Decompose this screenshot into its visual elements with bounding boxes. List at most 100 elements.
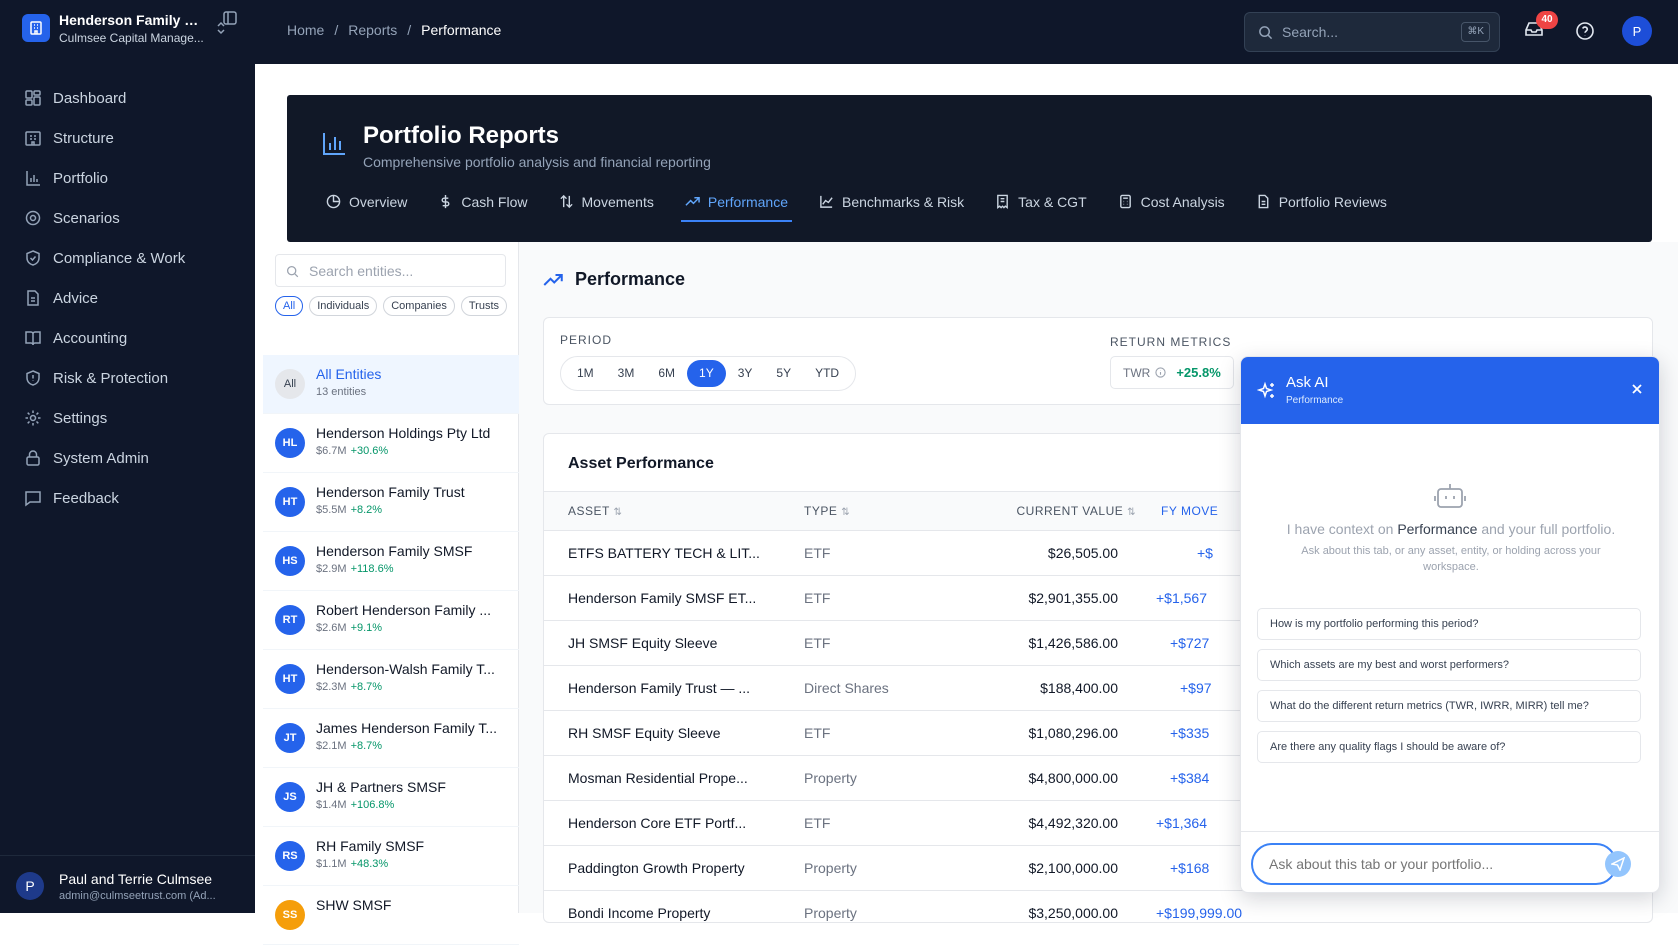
column-label: FY MOVE (1161, 504, 1219, 518)
asset-type: ETF (804, 590, 831, 606)
tab-movements[interactable]: Movements (555, 183, 658, 222)
section-title-text: Performance (575, 269, 686, 289)
list-item[interactable]: SS SHW SMSF (263, 886, 519, 945)
sidebar-item-feedback[interactable]: Feedback (0, 478, 255, 518)
avatar: HT (275, 487, 305, 517)
gear-icon (25, 410, 41, 426)
sidebar-item-accounting[interactable]: Accounting (0, 318, 255, 358)
search-input[interactable]: Search... (1282, 24, 1338, 40)
help-icon[interactable] (1575, 21, 1595, 41)
avatar: HS (275, 546, 305, 576)
sidebar-item-structure[interactable]: Structure (0, 118, 255, 158)
column-type[interactable]: TYPE ⇅ (804, 504, 850, 518)
tab-cost-analysis[interactable]: Cost Analysis (1114, 183, 1229, 222)
entity-search[interactable]: Search entities... (275, 254, 506, 287)
sidebar-item-system-admin[interactable]: System Admin (0, 438, 255, 478)
entity-change: +30.6% (350, 445, 389, 457)
suggestion-button[interactable]: Which assets are my best and worst perfo… (1257, 649, 1641, 681)
tab-cash-flow[interactable]: Cash Flow (434, 183, 531, 222)
tab-portfolio-reviews[interactable]: Portfolio Reviews (1252, 183, 1391, 222)
asset-type: ETF (804, 725, 831, 741)
sidebar-item-compliance[interactable]: Compliance & Work (0, 238, 255, 278)
filter-companies[interactable]: Companies (383, 296, 455, 316)
tab-performance[interactable]: Performance (680, 183, 793, 222)
asset-fy: +$384 (1170, 770, 1210, 786)
table-row[interactable]: Bondi Income Property Property $3,250,00… (544, 891, 1652, 922)
list-item[interactable]: RT Robert Henderson Family ... $2.6M +9.1… (263, 591, 519, 650)
period-6m[interactable]: 6M (646, 360, 687, 387)
list-item[interactable]: HL Henderson Holdings Pty Ltd $6.7M +30.6… (263, 414, 519, 473)
sidebar-item-advice[interactable]: Advice (0, 278, 255, 318)
period-5y[interactable]: 5Y (764, 360, 803, 387)
avatar[interactable]: P (1622, 16, 1652, 46)
sidebar-item-portfolio[interactable]: Portfolio (0, 158, 255, 198)
entity-name: Henderson Family SMSF (316, 543, 473, 559)
ask-ai-input[interactable] (1251, 843, 1617, 885)
list-item[interactable]: All All Entities 13 entities (263, 355, 519, 414)
suggestion-button[interactable]: How is my portfolio performing this peri… (1257, 608, 1641, 640)
sort-icon: ⇅ (613, 507, 623, 518)
entity-name: SHW SMSF (316, 897, 392, 913)
filter-all[interactable]: All (275, 296, 304, 316)
org-switcher[interactable]: Henderson Family Of... Culmsee Capital M… (22, 12, 252, 50)
twr-value: +25.8% (1176, 365, 1221, 380)
avatar: JT (275, 723, 305, 753)
asset-fy: +$97 (1180, 680, 1212, 696)
entity-search-input[interactable]: Search entities... (309, 263, 413, 279)
list-item[interactable]: JT James Henderson Family T... $2.1M +8.7… (263, 709, 519, 768)
period-3m[interactable]: 3M (606, 360, 647, 387)
entity-meta: $2.3M +8.7% (316, 681, 382, 693)
global-search[interactable]: Search... ⌘K (1244, 12, 1500, 52)
breadcrumb-home[interactable]: Home (287, 22, 324, 38)
ask-ai-context: Performance (1286, 395, 1344, 406)
search-icon (286, 265, 299, 278)
list-item[interactable]: HT Henderson-Walsh Family T... $2.3M +8.7… (263, 650, 519, 709)
sidebar-item-label: Accounting (53, 329, 128, 347)
close-icon[interactable] (1630, 382, 1644, 396)
file-text-icon (1258, 194, 1269, 209)
list-item[interactable]: HT Henderson Family Trust $5.5M +8.2% (263, 473, 519, 532)
column-current-value[interactable]: CURRENT VALUE ⇅ (1017, 504, 1136, 518)
sidebar-item-risk[interactable]: Risk & Protection (0, 358, 255, 398)
building-icon (22, 14, 50, 42)
sidebar-item-label: Scenarios (53, 209, 120, 227)
sidebar-item-scenarios[interactable]: Scenarios (0, 198, 255, 238)
suggestion-button[interactable]: What do the different return metrics (TW… (1257, 690, 1641, 722)
twr-label: TWR (1123, 365, 1151, 380)
sidebar-item-settings[interactable]: Settings (0, 398, 255, 438)
tab-tax-cgt[interactable]: Tax & CGT (991, 183, 1090, 222)
suggestion-button[interactable]: Are there any quality flags I should be … (1257, 731, 1641, 763)
send-icon[interactable] (1605, 851, 1631, 877)
avatar: RS (275, 841, 305, 871)
breadcrumb-reports[interactable]: Reports (348, 22, 397, 38)
list-item[interactable]: JS JH & Partners SMSF $1.4M +106.8% (263, 768, 519, 827)
entity-value: $1.1M (316, 858, 347, 870)
sidebar-item-dashboard[interactable]: Dashboard (0, 78, 255, 118)
asset-value: $1,426,586.00 (1028, 635, 1118, 651)
tab-label: Tax & CGT (1018, 193, 1087, 210)
tab-overview[interactable]: Overview (322, 183, 411, 222)
asset-name: JH SMSF Equity Sleeve (568, 635, 718, 651)
tab-benchmarks-risk[interactable]: Benchmarks & Risk (815, 183, 968, 222)
period-3y[interactable]: 3Y (726, 360, 765, 387)
filter-trusts[interactable]: Trusts (460, 296, 508, 316)
column-label: TYPE (804, 504, 838, 518)
section-title: Performance (543, 269, 685, 290)
column-fy-movement[interactable]: FY MOVE (1161, 504, 1218, 518)
user-email: admin@culmseetrust.com (Ad... (59, 890, 216, 902)
period-label: PERIOD (560, 333, 613, 347)
sidebar-collapse-icon[interactable] (222, 10, 238, 26)
period-ytd[interactable]: YTD (803, 360, 851, 387)
list-item[interactable]: RS RH Family SMSF $1.1M +48.3% (263, 827, 519, 886)
sidebar: Henderson Family Of... Culmsee Capital M… (0, 0, 255, 913)
info-icon (1155, 367, 1166, 378)
filter-individuals[interactable]: Individuals (309, 296, 378, 316)
twr-metric: TWR +25.8% (1110, 356, 1234, 389)
tab-label: Movements (581, 193, 654, 210)
period-1m[interactable]: 1M (565, 360, 606, 387)
list-item[interactable]: HS Henderson Family SMSF $2.9M +118.6% (263, 532, 519, 591)
user-menu[interactable]: P Paul and Terrie Culmsee admin@culmseet… (0, 855, 255, 913)
column-asset[interactable]: ASSET ⇅ (568, 504, 622, 518)
period-1y[interactable]: 1Y (687, 360, 726, 387)
entity-value: $2.6M (316, 622, 347, 634)
